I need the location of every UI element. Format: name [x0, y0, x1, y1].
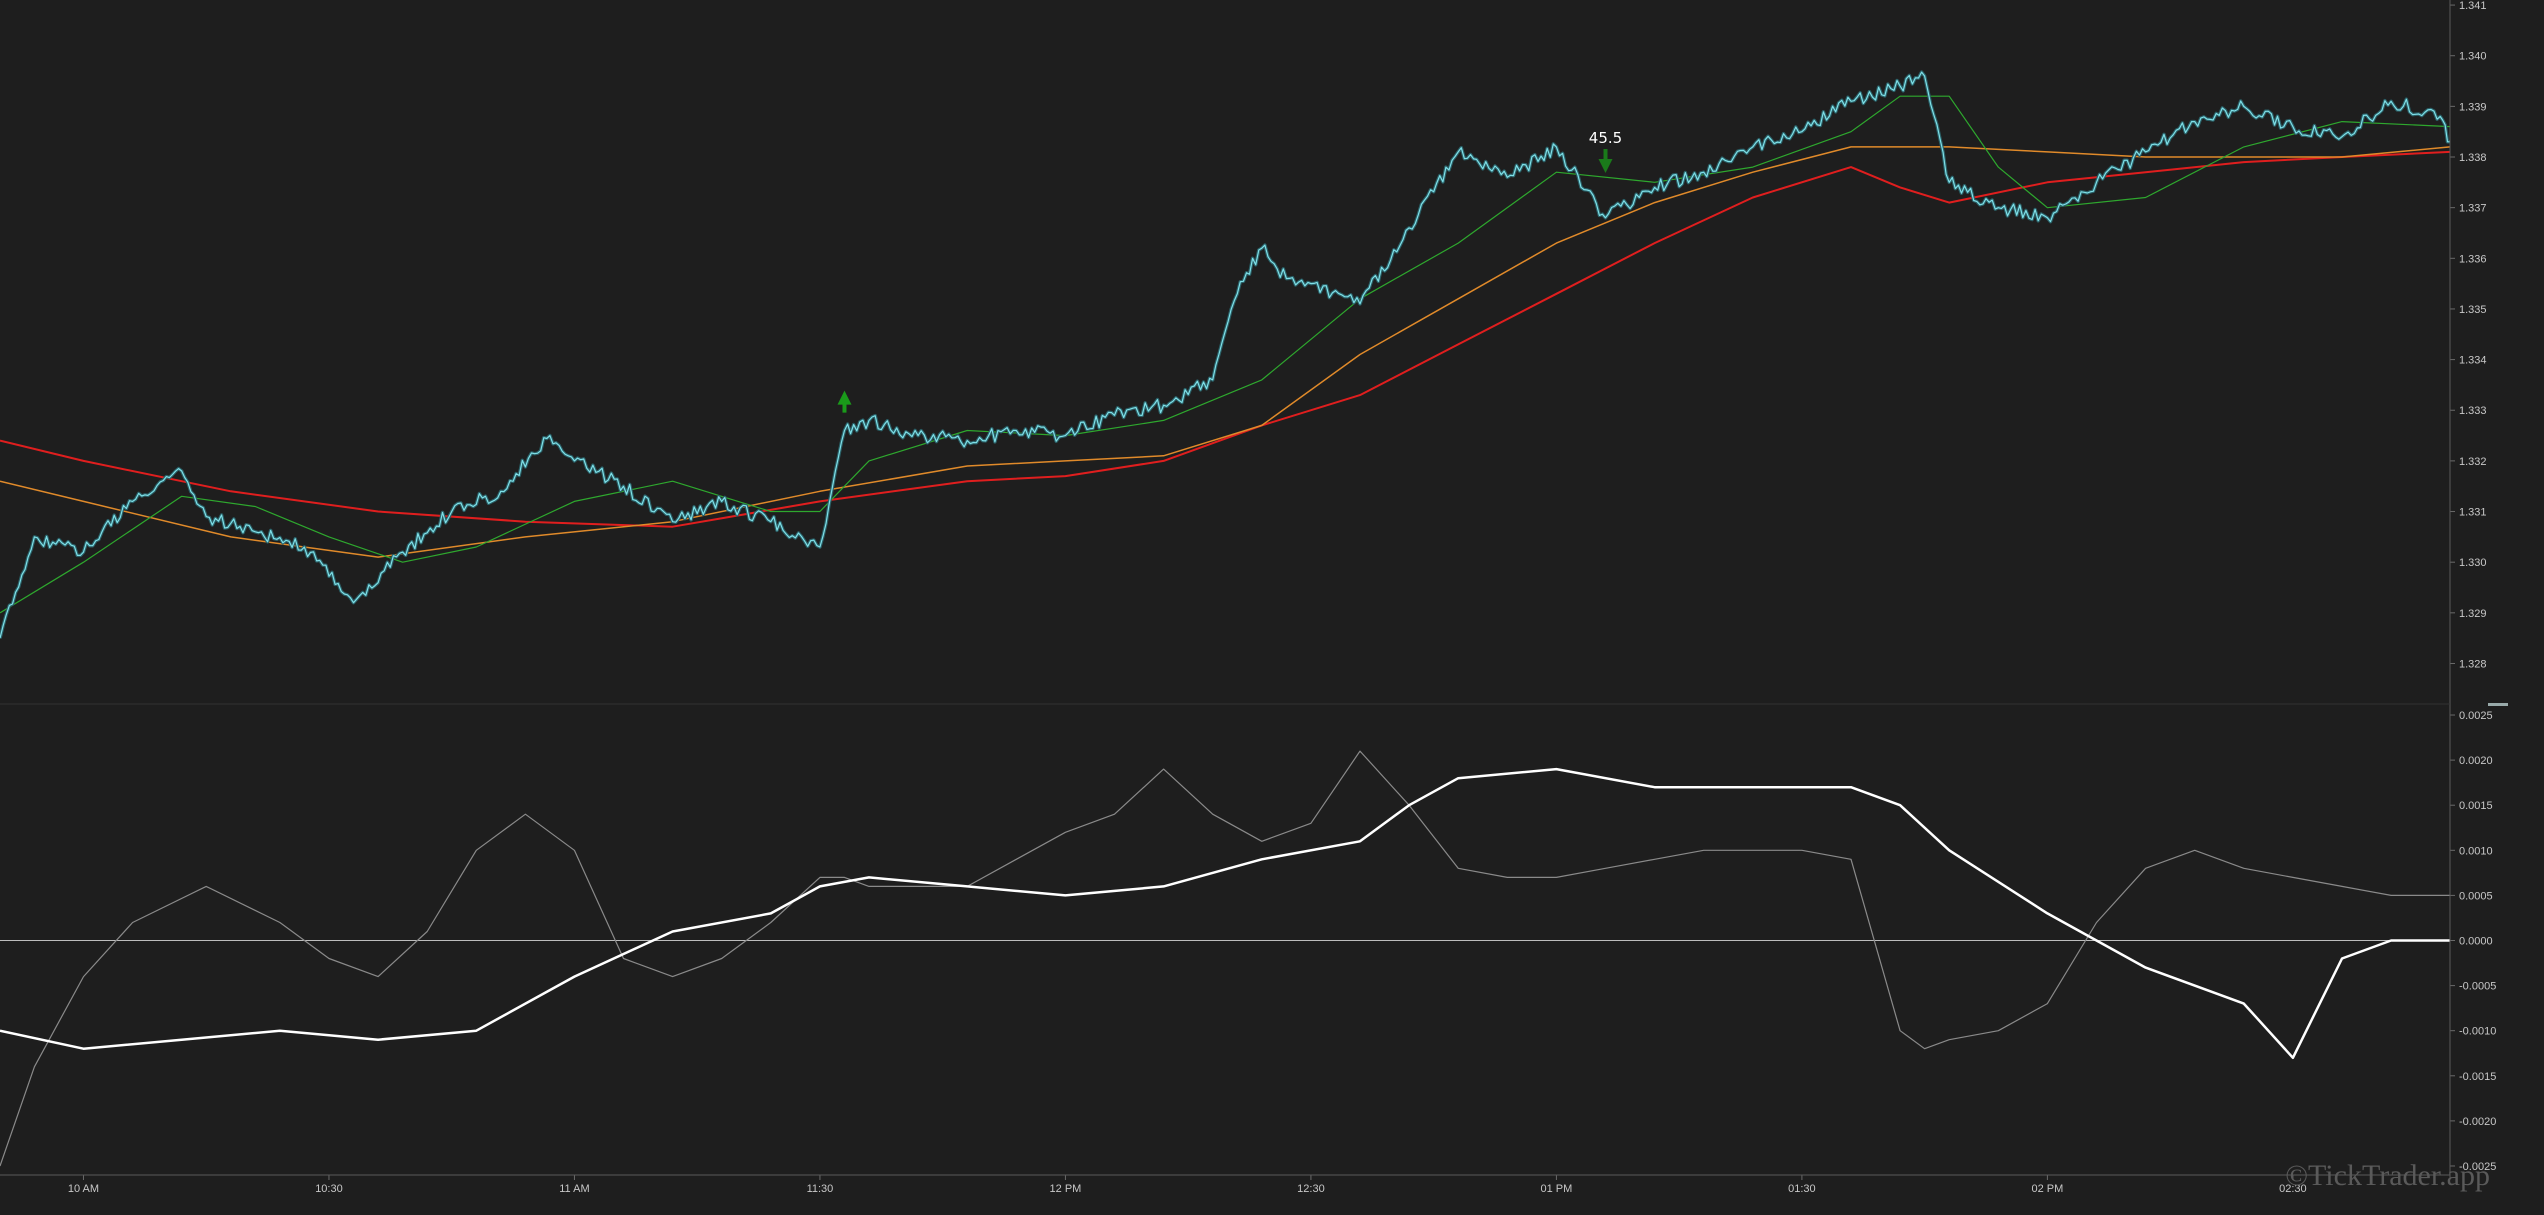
price-tick-label: 1.335	[2459, 304, 2487, 316]
time-tick-label: 11 AM	[559, 1183, 589, 1195]
price-tick-label: 1.333	[2459, 405, 2487, 417]
marker-label: 45.5	[1589, 129, 1622, 147]
price-tick-label: 1.336	[2459, 253, 2487, 265]
series-osc-slow-line	[0, 767, 2450, 1060]
price-tick-label: 1.338	[2459, 152, 2487, 164]
price-tick-label: 1.331	[2459, 507, 2487, 519]
oscillator-axis-ticks: -0.0025-0.0020-0.0015-0.0010-0.00050.000…	[0, 710, 2496, 1173]
time-tick-label: 12:30	[1297, 1183, 1325, 1195]
osc-tick-label: 0.0025	[2459, 710, 2493, 722]
oscillator-panel-lines	[0, 750, 2450, 1167]
time-tick-label: 12 PM	[1050, 1183, 1082, 1195]
time-axis: 10 AM 10:30 11 AM 11:30 12 PM 12:30 01 PM 01:30…	[68, 1175, 2307, 1195]
series-osc-fast-line	[0, 750, 2450, 1167]
price-tick-label: 1.340	[2459, 51, 2487, 63]
time-tick-label: 01:30	[1788, 1183, 1816, 1195]
osc-tick-label: -0.0010	[2459, 1026, 2496, 1038]
price-tick-label: 1.330	[2459, 557, 2487, 569]
time-tick-label: 11:30	[807, 1183, 834, 1195]
osc-tick-label: 0.0000	[2459, 936, 2493, 948]
chart-canvas: 1.328 1.329 1.330 1.331 1.332 1.333 1.334 1.335…	[0, 0, 2508, 1195]
osc-tick-label: 0.0005	[2459, 890, 2493, 902]
series-ma-fast-line	[0, 95, 2451, 614]
series-price-line	[0, 71, 2450, 639]
osc-tick-label: -0.0005	[2459, 981, 2496, 993]
osc-tick-label: -0.0020	[2459, 1116, 2496, 1128]
price-panel-lines	[0, 70, 2451, 639]
price-panel: 1.328 1.329 1.330 1.331 1.332 1.333 1.334 1.335…	[0, 0, 2487, 670]
time-tick-label: 02 PM	[2031, 1183, 2063, 1195]
time-tick-label: 10 AM	[68, 1183, 99, 1195]
price-tick-label: 1.332	[2459, 456, 2487, 468]
price-tick-label: 1.328	[2459, 658, 2487, 670]
price-tick-label: 1.337	[2459, 203, 2487, 215]
series-ma-mid-line	[0, 146, 2451, 558]
price-tick-label: 1.329	[2459, 608, 2487, 620]
price-tick-label: 1.339	[2459, 101, 2487, 113]
osc-tick-label: 0.0015	[2459, 800, 2493, 812]
watermark: ©TickTrader.app	[2285, 1159, 2490, 1192]
price-tick-label: 1.334	[2459, 355, 2487, 367]
sell-arrow-icon	[1598, 149, 1613, 174]
series-ma-slow-line	[0, 150, 2451, 528]
osc-tick-label: -0.0015	[2459, 1071, 2496, 1083]
osc-tick-label: 0.0020	[2459, 755, 2493, 767]
buy-arrow-icon	[837, 390, 852, 413]
price-axis-ticks: 1.328 1.329 1.330 1.331 1.332 1.333 1.334 1.335…	[2450, 0, 2487, 670]
price-tick-label: 1.341	[2459, 0, 2487, 12]
panel-resize-handle[interactable]	[2488, 703, 2508, 706]
osc-tick-label: 0.0010	[2459, 845, 2493, 857]
time-tick-label: 01 PM	[1541, 1183, 1573, 1195]
series-price-shadow	[0, 70, 2450, 639]
time-tick-label: 10:30	[315, 1183, 343, 1195]
oscillator-panel: -0.0025-0.0020-0.0015-0.0010-0.00050.000…	[0, 710, 2496, 1173]
